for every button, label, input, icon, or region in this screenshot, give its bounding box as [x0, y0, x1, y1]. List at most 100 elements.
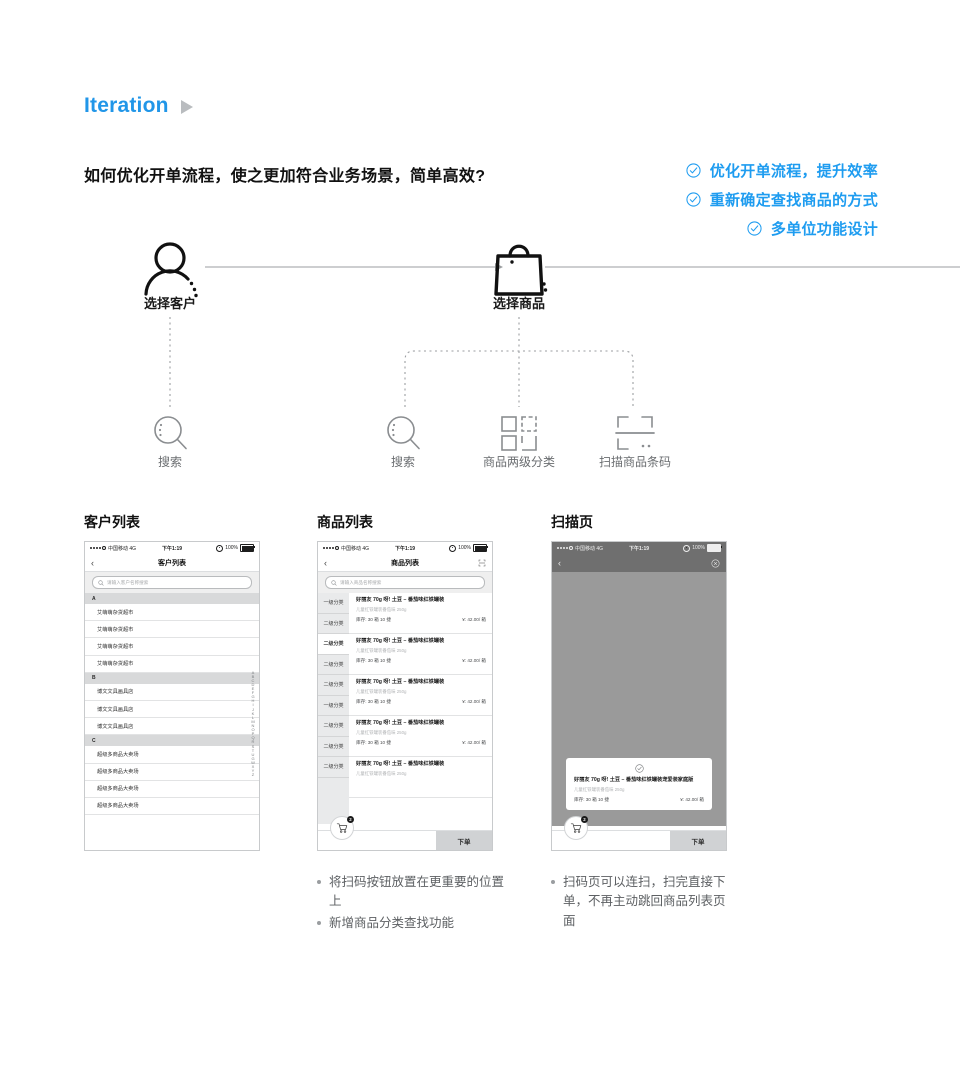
order-button[interactable]: 下单: [670, 831, 726, 850]
category-item[interactable]: 二级分类: [318, 675, 349, 696]
group-header-a: A: [85, 593, 259, 604]
signal-dots-icon: [323, 546, 339, 550]
chevron-left-icon[interactable]: ‹: [558, 558, 572, 568]
category-item[interactable]: 二级分类: [318, 654, 349, 675]
table-row[interactable]: 好丽友 70g 呀! 土豆 – 番茄味红铁罐装 儿童红铁罐装番茄味 250g 库…: [349, 716, 492, 757]
list-item[interactable]: 超级多商品大卖场: [85, 746, 259, 764]
flow-leaf-label-product-scan: 扫描商品条码: [598, 455, 672, 469]
battery-percent: 100%: [225, 545, 239, 551]
phone-scan-page: 中国移动 4G 下午1:19 100% ‹ 好丽友 70g 呀! 土豆 – 番茄…: [551, 541, 727, 851]
search-input[interactable]: 请输入客户名称搜索: [92, 576, 252, 589]
list-item[interactable]: 超级多商品大卖场: [85, 781, 259, 798]
product-spec: 儿童红铁罐装番茄味 250g: [356, 770, 407, 776]
barcode-scan-icon[interactable]: [478, 559, 486, 567]
check-circle-icon: [686, 192, 701, 207]
checklist-item-0: 优化开单流程，提升效率: [686, 160, 878, 181]
page-question: 如何优化开单流程，使之更加符合业务场景，简单高效?: [84, 168, 486, 185]
battery-icon: [473, 544, 489, 552]
product-list-body: 一级分类 二级分类 二级分类 二级分类 二级分类 一级分类 二级分类 二级分类 …: [318, 593, 492, 824]
list-item[interactable]: 艾萌萌杂货超市: [85, 621, 259, 639]
status-bar: 中国移动 4G 下午1:19 100%: [85, 542, 259, 554]
product-spec: 儿童红铁罐装番茄味 250g: [356, 647, 407, 653]
bullet-icon: [317, 920, 321, 925]
list-item[interactable]: 超级多商品大卖场: [85, 798, 259, 816]
search-icon: [331, 579, 337, 586]
category-item[interactable]: 二级分类: [318, 736, 349, 757]
category-item[interactable]: 二级分类: [318, 613, 349, 634]
product-rows: 好丽友 70g 呀! 土豆 – 番茄味红铁罐装 儿童红铁罐装番茄味 250g 库…: [349, 593, 492, 824]
checklist-item-1: 重新确定查找商品的方式: [686, 189, 878, 210]
list-item: 将扫码按钮放置在更重要的位置上: [317, 873, 507, 912]
product-stock: 库存: 30 箱 10 捷: [574, 797, 609, 802]
index-letter[interactable]: Z: [252, 773, 254, 777]
product-price: ¥: 42.00/ 箱: [462, 740, 486, 746]
product-name: 好丽友 70g 呀! 土豆 – 番茄味红铁罐装: [356, 679, 445, 685]
list-item[interactable]: 艾萌萌杂货超市: [85, 638, 259, 656]
scanned-product-card: 好丽友 70g 呀! 土豆 – 番茄味红铁罐装宠爱装家庭版 儿童红铁罐装番茄味 …: [566, 757, 712, 810]
flow-node-label-customer: 选择客户: [143, 296, 197, 311]
list-item[interactable]: 超级多商品大卖场: [85, 764, 259, 781]
search-bar: 请输入商品名称搜索: [318, 572, 492, 593]
grid-category-icon: [501, 416, 537, 451]
scan-nav-bar: ‹: [552, 554, 726, 572]
category-item[interactable]: 二级分类: [318, 757, 349, 778]
nav-bar: ‹ 商品列表: [318, 554, 492, 572]
note-text: 新增商品分类查找功能: [329, 915, 455, 930]
category-item[interactable]: 一级分类: [318, 695, 349, 716]
search-placeholder: 请输入商品名称搜索: [340, 579, 382, 585]
flow-connectors: [144, 242, 960, 451]
table-row[interactable]: 好丽友 70g 呀! 土豆 – 番茄味红铁罐装 儿童红铁罐装番茄味 250g 库…: [349, 593, 492, 634]
check-circle-icon: [574, 764, 704, 773]
flow-diagram: 选择客户 选择商品 搜索 搜索 商品两级分类 扫描商品条码: [0, 225, 960, 495]
list-item[interactable]: 艾萌萌杂货超市: [85, 604, 259, 622]
cart-button[interactable]: 2: [564, 816, 588, 840]
cart-badge: 2: [581, 816, 588, 823]
checklist-item-label: 优化开单流程，提升效率: [709, 163, 878, 180]
signal-dots-icon: [557, 546, 573, 550]
table-row[interactable]: 好丽友 70g 呀! 土豆 – 番茄味红铁罐装 儿童红铁罐装番茄味 250g: [349, 757, 492, 798]
list-item[interactable]: 博文文具画具店: [85, 684, 259, 701]
section-caption-customer-list: 客户列表: [84, 514, 140, 530]
product-stock: 库存: 30 箱 10 捷: [356, 617, 391, 623]
list-item[interactable]: 艾萌萌杂货超市: [85, 656, 259, 673]
iteration-header: Iteration: [84, 94, 193, 118]
chevron-left-icon[interactable]: ‹: [324, 558, 338, 568]
table-row[interactable]: 好丽友 70g 呀! 土豆 – 番茄味红铁罐装 儿童红铁罐装番茄味 250g 库…: [349, 675, 492, 716]
list-item[interactable]: 博文文具画具店: [85, 718, 259, 736]
alphabet-index[interactable]: ABCDEFGHIJKLMNOPQRSTUGWXYZ: [249, 608, 257, 840]
search-icon: [154, 416, 187, 450]
product-spec: 儿童红铁罐装番茄味 250g: [574, 786, 625, 792]
order-button[interactable]: 下单: [436, 831, 492, 850]
product-name: 好丽友 70g 呀! 土豆 – 番茄味红铁罐装: [356, 720, 445, 726]
location-icon: [683, 544, 691, 552]
chevron-left-icon[interactable]: ‹: [91, 558, 105, 568]
battery-icon: [707, 544, 723, 552]
table-row[interactable]: 好丽友 70g 呀! 土豆 – 番茄味红铁罐装 儿童红铁罐装番茄味 250g 库…: [349, 634, 492, 675]
camera-viewfinder[interactable]: 好丽友 70g 呀! 土豆 – 番茄味红铁罐装宠爱装家庭版 儿童红铁罐装番茄味 …: [552, 572, 726, 826]
category-item[interactable]: 一级分类: [318, 593, 349, 614]
search-bar: 请输入客户名称搜索: [85, 572, 259, 593]
status-time: 下午1:19: [162, 545, 183, 552]
category-sidebar: 一级分类 二级分类 二级分类 二级分类 二级分类 一级分类 二级分类 二级分类 …: [318, 593, 349, 824]
notes-scan-page: 扫码页可以连扫，扫完直接下单，不再主动跳回商品列表页面: [551, 873, 736, 933]
product-price: ¥: 42.00/ 箱: [680, 797, 704, 802]
group-header-c: C: [85, 735, 259, 747]
list-item[interactable]: 博文文具画具店: [85, 701, 259, 719]
close-circle-icon[interactable]: [711, 559, 720, 568]
cart-button[interactable]: 2: [330, 816, 354, 840]
location-icon: [449, 544, 457, 552]
product-name: 好丽友 70g 呀! 土豆 – 番茄味红铁罐装宠爱装家庭版: [574, 776, 694, 783]
phone-product-list: 中国移动 4G 下午1:19 100% ‹ 商品列表 请输入商品名称搜索 一级分…: [317, 541, 493, 851]
shopping-cart-icon: [336, 823, 348, 833]
product-price: ¥: 42.00/ 箱: [462, 617, 486, 623]
status-time: 下午1:19: [395, 545, 416, 552]
bullet-icon: [317, 880, 321, 884]
flow-leaf-label-customer-search: 搜索: [157, 455, 183, 469]
category-item-active[interactable]: 二级分类: [318, 634, 349, 655]
search-input[interactable]: 请输入商品名称搜索: [325, 576, 485, 589]
note-text: 扫码页可以连扫，扫完直接下单，不再主动跳回商品列表页面: [563, 875, 726, 928]
product-spec: 儿童红铁罐装番茄味 250g: [356, 606, 407, 612]
category-item[interactable]: 二级分类: [318, 716, 349, 737]
product-price: ¥: 42.00/ 箱: [462, 699, 486, 705]
product-stock: 库存: 30 箱 10 捷: [356, 658, 391, 664]
